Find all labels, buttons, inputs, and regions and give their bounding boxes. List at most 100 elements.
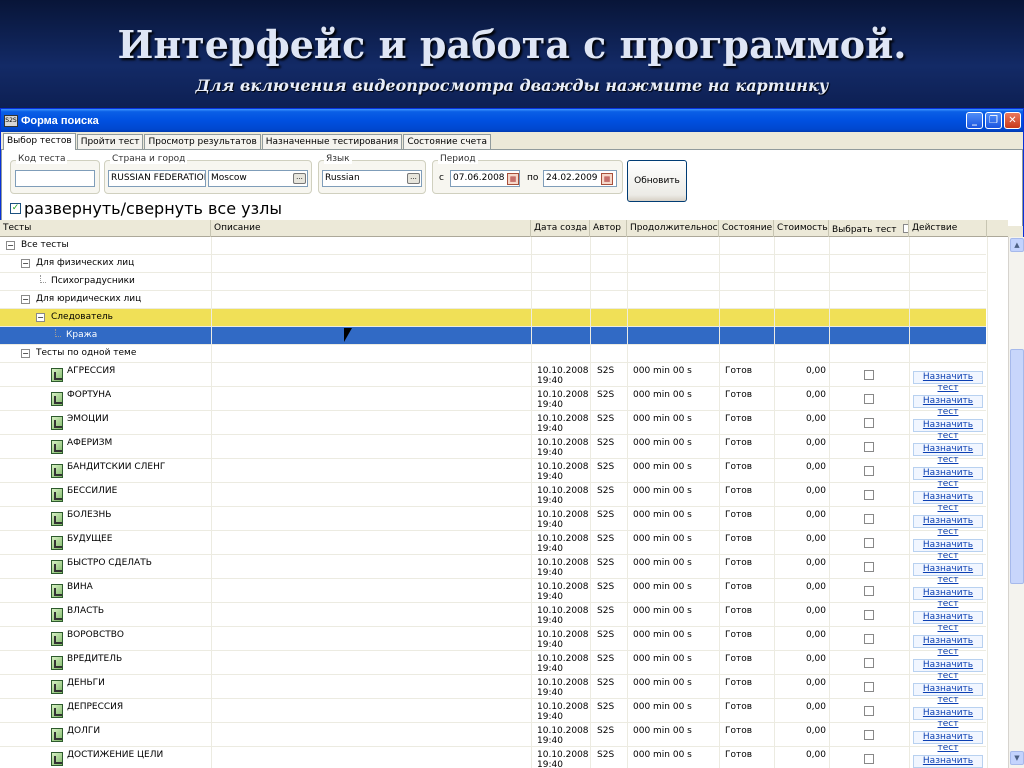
scroll-thumb[interactable]	[1010, 349, 1024, 584]
scroll-down-button[interactable]: ▼	[1010, 751, 1024, 765]
grid-scrollbar[interactable]: ▲ ▼	[1008, 237, 1024, 768]
test-row[interactable]: ФОРТУНА 10.10.2008 S2S 000 min 00 s Готов 19:…	[0, 387, 986, 417]
select-test-checkbox[interactable]	[864, 370, 874, 380]
test-date: 10.10.2008	[537, 462, 589, 472]
select-test-checkbox[interactable]	[864, 730, 874, 740]
test-row[interactable]: БОЛЕЗНЬ 10.10.2008 S2S 000 min 00 s Готов 19:…	[0, 507, 986, 537]
tab-select-tests[interactable]: Выбор тестов	[3, 133, 76, 150]
col-author[interactable]: Автор	[590, 220, 627, 237]
test-row[interactable]: ДЕНЬГИ 10.10.2008 S2S 000 min 00 s Готов 19:4…	[0, 675, 986, 705]
col-select[interactable]: Выбрать тест	[829, 220, 909, 237]
test-row[interactable]: ВЛАСТЬ 10.10.2008 S2S 000 min 00 s Готов 19:4…	[0, 603, 986, 633]
assign-test-button[interactable]: Назначить тест	[913, 731, 983, 753]
select-test-checkbox[interactable]	[864, 610, 874, 620]
test-name: АГРЕССИЯ	[67, 366, 116, 376]
select-test-checkbox[interactable]	[864, 682, 874, 692]
test-row[interactable]: ДЕПРЕССИЯ 10.10.2008 S2S 000 min 00 s Готов 1…	[0, 699, 986, 729]
tree-toggle-icon[interactable]: −	[36, 313, 45, 322]
country-field[interactable]: RUSSIAN FEDERATION	[108, 170, 206, 187]
tab-view-results[interactable]: Просмотр результатов	[144, 134, 261, 149]
city-ellipsis-button[interactable]: ...	[293, 173, 306, 184]
select-test-checkbox[interactable]	[864, 586, 874, 596]
tree-toggle-icon[interactable]: −	[21, 295, 30, 304]
col-date[interactable]: Дата созда	[531, 220, 590, 237]
language-ellipsis-button[interactable]: ...	[407, 173, 420, 184]
test-row[interactable]: ВОРОВСТВО 10.10.2008 S2S 000 min 00 s Готов 1…	[0, 627, 986, 657]
close-button[interactable]: ✕	[1004, 112, 1021, 129]
tab-assigned-tests[interactable]: Назначенные тестирования	[261, 134, 403, 149]
test-row[interactable]: ДОЛГИ 10.10.2008 S2S 000 min 00 s Готов 19:40…	[0, 723, 986, 753]
select-test-checkbox[interactable]	[864, 466, 874, 476]
assign-test-button[interactable]: Назначить тест	[913, 491, 983, 513]
col-cost[interactable]: Стоимость	[774, 220, 829, 237]
tree-row[interactable]: − Тесты по одной теме	[0, 345, 986, 363]
select-test-checkbox[interactable]	[864, 562, 874, 572]
assign-test-button[interactable]: Назначить тест	[913, 611, 983, 633]
refresh-button[interactable]: Обновить	[627, 160, 687, 202]
select-test-checkbox[interactable]	[864, 394, 874, 404]
assign-test-button[interactable]: Назначить тест	[913, 563, 983, 585]
select-test-checkbox[interactable]	[864, 418, 874, 428]
assign-test-button[interactable]: Назначить тест	[913, 539, 983, 561]
expand-collapse-row[interactable]: ✓ развернуть/свернуть все узлы	[10, 199, 282, 218]
expand-all-checkbox[interactable]: ✓	[10, 202, 21, 214]
assign-test-button[interactable]: Назначить тест	[913, 467, 983, 489]
code-input[interactable]	[15, 170, 95, 187]
assign-test-button[interactable]: Назначить тест	[913, 683, 983, 705]
tree-toggle-icon[interactable]: −	[21, 259, 30, 268]
tree-row[interactable]: Психоградусники	[0, 273, 986, 291]
col-duration[interactable]: Продолжительность	[627, 220, 719, 237]
select-test-checkbox[interactable]	[864, 754, 874, 764]
assign-test-button[interactable]: Назначить тест	[913, 635, 983, 657]
test-row[interactable]: ЭМОЦИИ 10.10.2008 S2S 000 min 00 s Готов 19:4…	[0, 411, 986, 441]
window-titlebar[interactable]: S2S Форма поиска _ ❐ ✕	[1, 109, 1023, 132]
col-description[interactable]: Описание	[211, 220, 531, 237]
calendar-to-icon[interactable]: ▦	[601, 173, 613, 185]
minimize-button[interactable]: _	[966, 112, 983, 129]
select-test-checkbox[interactable]	[864, 706, 874, 716]
tree-row[interactable]: − Все тесты	[0, 237, 986, 255]
assign-test-button[interactable]: Назначить тест	[913, 419, 983, 441]
select-test-checkbox[interactable]	[864, 514, 874, 524]
calendar-from-icon[interactable]: ▦	[507, 173, 519, 185]
select-test-checkbox[interactable]	[864, 658, 874, 668]
test-row[interactable]: АФЕРИЗМ 10.10.2008 S2S 000 min 00 s Готов 19:…	[0, 435, 986, 465]
maximize-button[interactable]: ❐	[985, 112, 1002, 129]
select-test-checkbox[interactable]	[864, 634, 874, 644]
tab-take-test[interactable]: Пройти тест	[76, 134, 144, 149]
test-duration: 000 min 00 s	[633, 438, 692, 448]
tab-account-status[interactable]: Состояние счета	[403, 134, 491, 149]
col-status[interactable]: Состояние	[719, 220, 774, 237]
assign-test-button[interactable]: Назначить тест	[913, 755, 983, 768]
col-action[interactable]: Действие	[909, 220, 987, 237]
assign-test-button[interactable]: Назначить тест	[913, 659, 983, 681]
assign-test-button[interactable]: Назначить тест	[913, 587, 983, 609]
test-row[interactable]: ВИНА 10.10.2008 S2S 000 min 00 s Готов 19:40 0…	[0, 579, 986, 609]
test-row[interactable]: ВРЕДИТЕЛЬ 10.10.2008 S2S 000 min 00 s Готов 1…	[0, 651, 986, 681]
test-row[interactable]: БУДУЩЕЕ 10.10.2008 S2S 000 min 00 s Готов 19:…	[0, 531, 986, 561]
tree-row[interactable]: Кража	[0, 327, 986, 345]
assign-test-button[interactable]: Назначить тест	[913, 443, 983, 465]
window-title: Форма поиска	[21, 114, 99, 127]
col-tests[interactable]: Тесты	[0, 220, 211, 237]
assign-test-button[interactable]: Назначить тест	[913, 707, 983, 729]
test-row[interactable]: БАНДИТСКИЙ СЛЕНГ 10.10.2008 S2S 000 min 00 …	[0, 459, 986, 489]
select-test-checkbox[interactable]	[864, 490, 874, 500]
assign-test-button[interactable]: Назначить тест	[913, 371, 983, 393]
tree-toggle-icon[interactable]: −	[21, 349, 30, 358]
tree-row[interactable]: − Для юридических лиц	[0, 291, 986, 309]
test-row[interactable]: БЕССИЛИЕ 10.10.2008 S2S 000 min 00 s Готов 19…	[0, 483, 986, 513]
select-test-checkbox[interactable]	[864, 538, 874, 548]
test-time: 19:40	[537, 760, 563, 768]
tree-toggle-icon[interactable]: −	[6, 241, 15, 250]
test-row[interactable]: БЫСТРО СДЕЛАТЬ 10.10.2008 S2S 000 min 00 s Г…	[0, 555, 986, 585]
assign-test-button[interactable]: Назначить тест	[913, 515, 983, 537]
tree-row[interactable]: − Следователь	[0, 309, 986, 327]
test-row[interactable]: ДОСТИЖЕНИЕ ЦЕЛИ 10.10.2008 S2S 000 min 00 s…	[0, 747, 986, 768]
column-divider	[211, 237, 212, 768]
assign-test-button[interactable]: Назначить тест	[913, 395, 983, 417]
select-test-checkbox[interactable]	[864, 442, 874, 452]
tree-row[interactable]: − Для физических лиц	[0, 255, 986, 273]
test-row[interactable]: АГРЕССИЯ 10.10.2008 S2S 000 min 00 s Готов 19…	[0, 363, 986, 393]
scroll-up-button[interactable]: ▲	[1010, 238, 1024, 252]
